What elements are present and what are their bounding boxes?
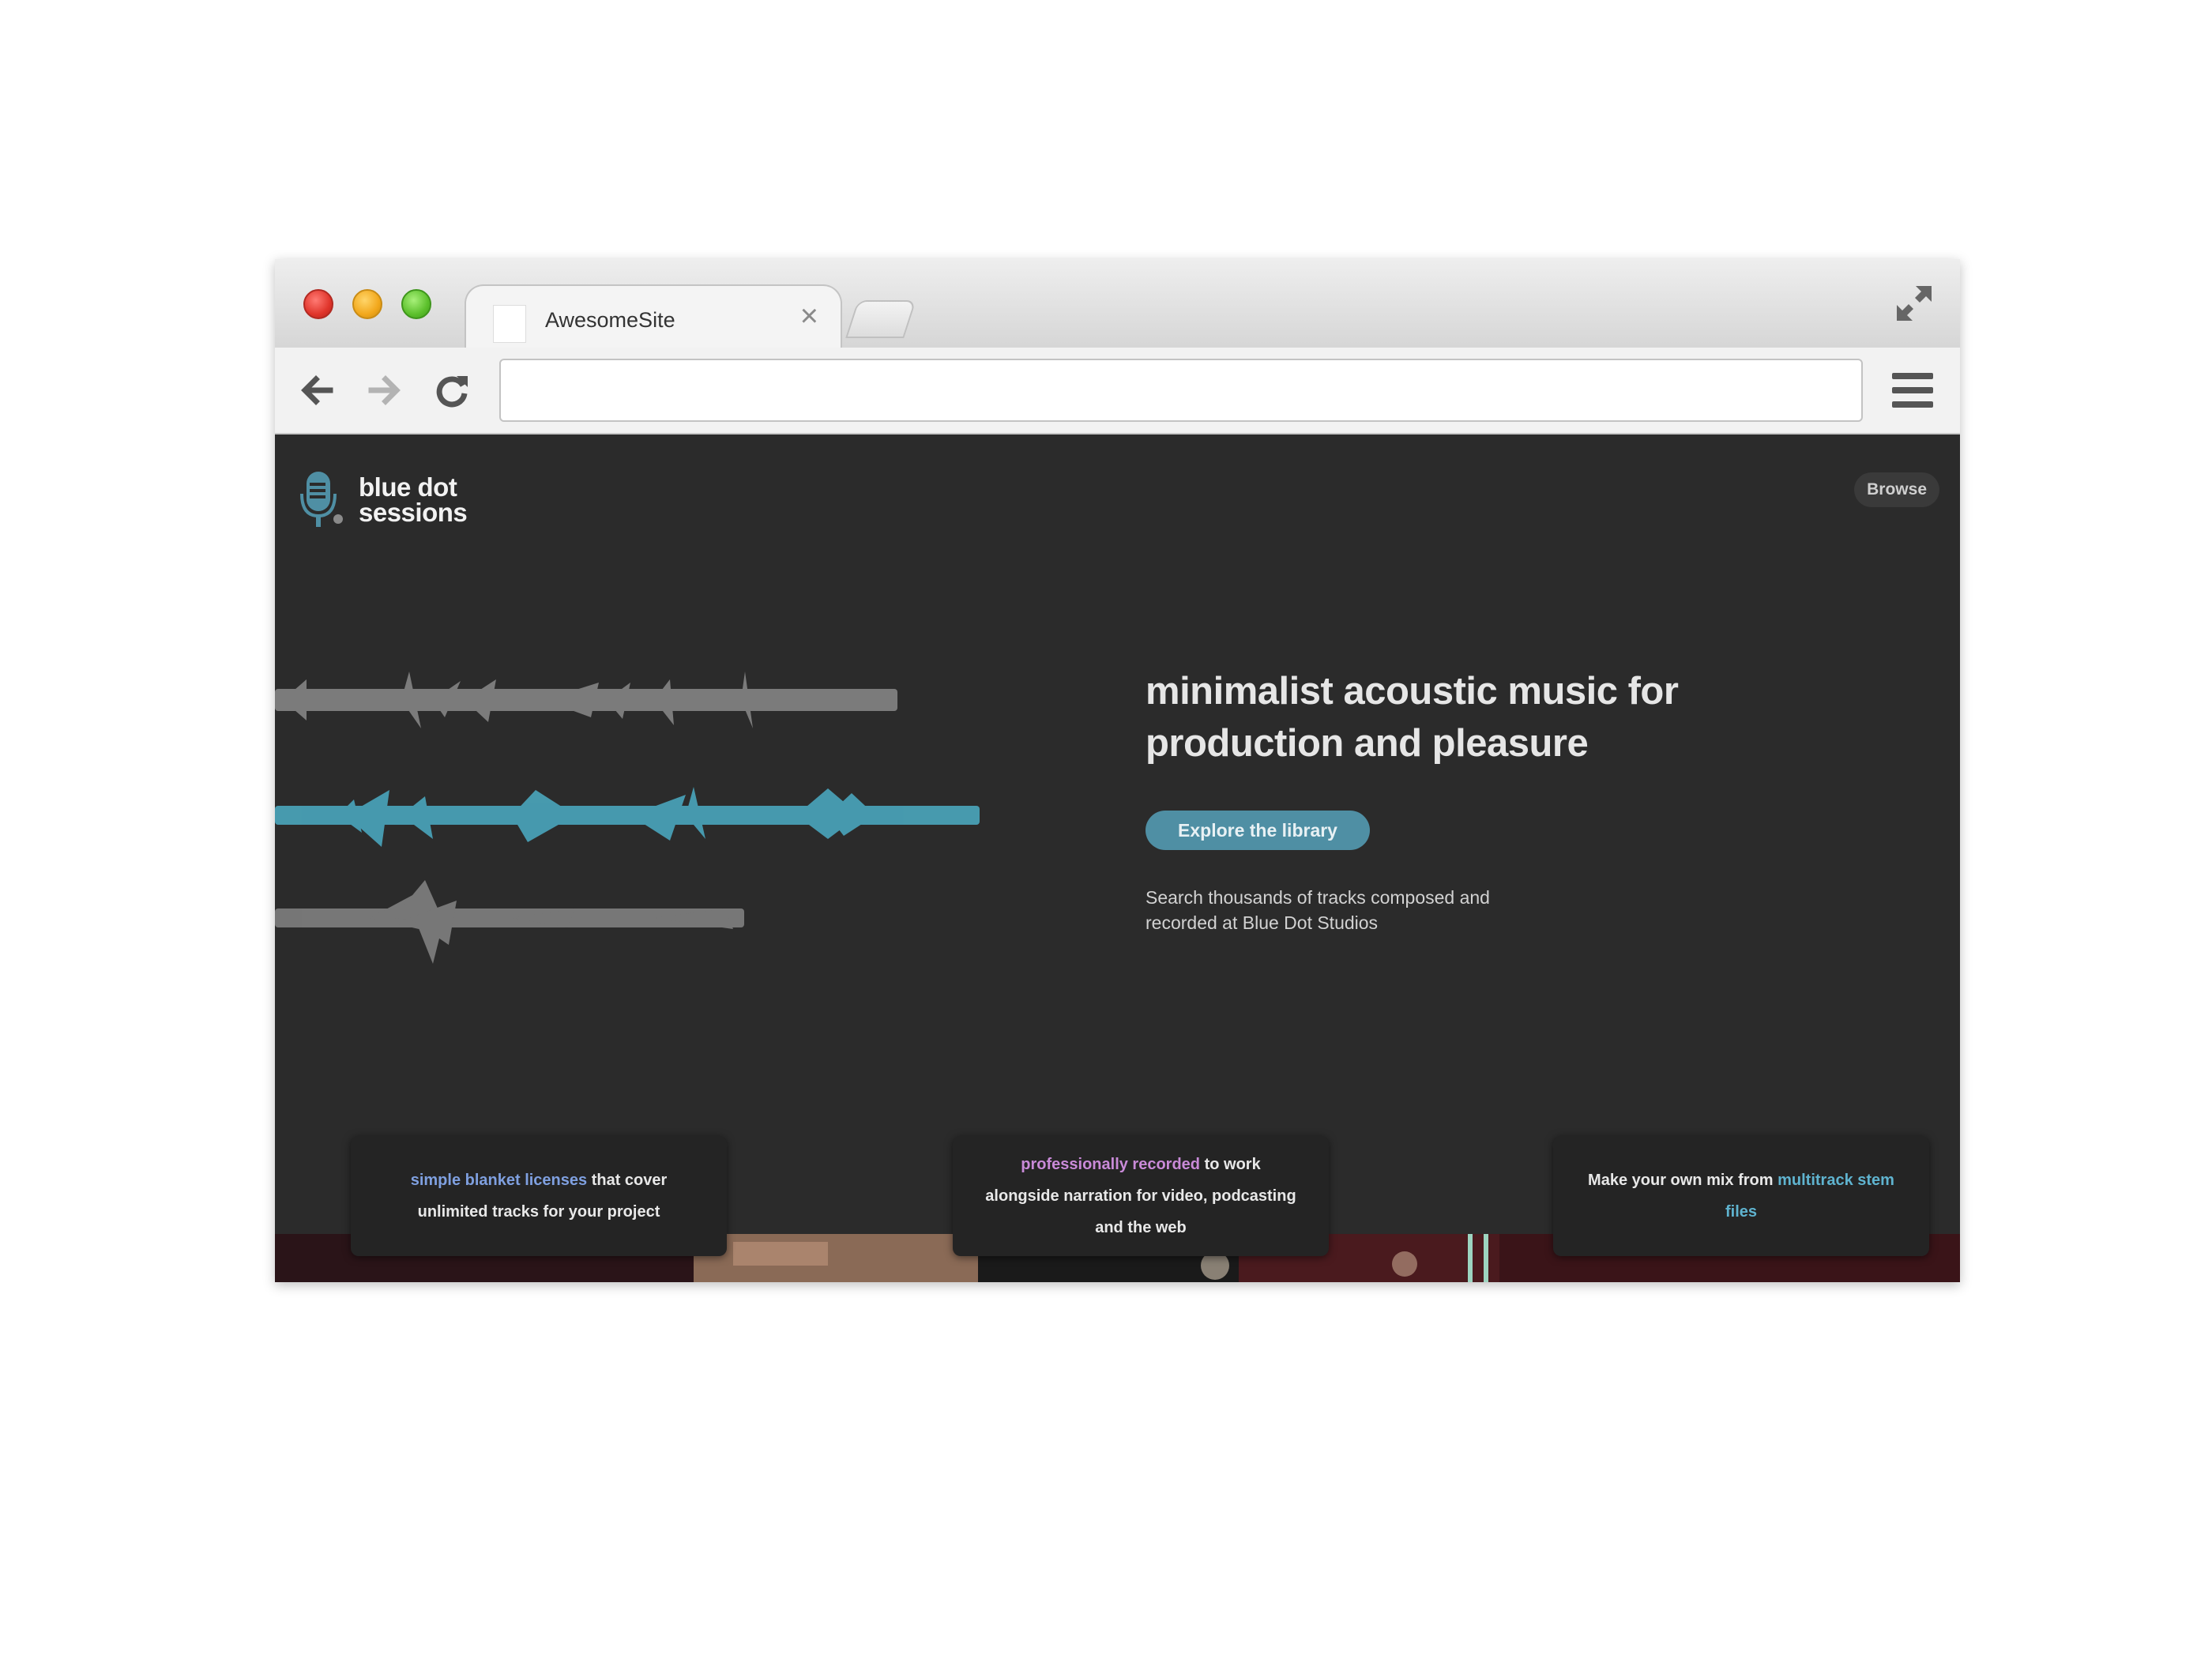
tab-close-icon[interactable]: × — [800, 300, 818, 332]
feature-highlight-licenses[interactable]: simple blanket licenses — [411, 1172, 587, 1189]
feature-text-licenses: simple blanket licenses that cover unlim… — [382, 1164, 695, 1228]
reload-icon[interactable] — [430, 368, 474, 412]
browser-window: AwesomeSite × blue dot sessions Browse m… — [275, 259, 1960, 1282]
close-window-button[interactable] — [303, 289, 333, 319]
web-page: blue dot sessions Browse minimalist acou… — [275, 434, 1960, 1282]
logo-line-1: blue dot — [359, 472, 457, 502]
browse-button[interactable]: Browse — [1854, 472, 1939, 507]
logo-wordmark: blue dot sessions — [359, 472, 468, 527]
tab-title: AwesomeSite — [545, 308, 675, 332]
address-bar[interactable] — [499, 359, 1863, 422]
explore-library-button[interactable]: Explore the library — [1146, 811, 1370, 850]
feature-card-stems: Make your own mix from multitrack stem f… — [1553, 1136, 1929, 1256]
waveform-blue-middle — [275, 787, 980, 847]
waveform-illustration — [275, 672, 980, 964]
page-favicon-icon — [493, 305, 526, 343]
waveform-gray-bottom — [275, 880, 744, 964]
title-bar: AwesomeSite × — [275, 259, 1960, 349]
hero-subtext: Search thousands of tracks composed and … — [1146, 887, 1490, 933]
maximize-window-button[interactable] — [401, 289, 431, 319]
logo-line-2: sessions — [359, 498, 468, 527]
fullscreen-icon[interactable] — [1892, 281, 1936, 325]
new-tab-button[interactable] — [845, 300, 916, 338]
browser-toolbar — [275, 348, 1960, 434]
feature-highlight-recorded[interactable]: professionally recorded — [1021, 1156, 1200, 1173]
tab-awesomesite[interactable]: AwesomeSite × — [465, 284, 842, 349]
microphone-logo-icon — [300, 472, 343, 527]
minimize-window-button[interactable] — [352, 289, 382, 319]
forward-arrow-icon[interactable] — [362, 368, 406, 412]
back-arrow-icon[interactable] — [295, 368, 340, 412]
feature-card-recorded: professionally recorded to work alongsid… — [953, 1136, 1329, 1256]
feature-body-stems: Make your own mix from — [1588, 1172, 1778, 1189]
site-logo[interactable]: blue dot sessions — [299, 470, 480, 533]
feature-text-stems: Make your own mix from multitrack stem f… — [1585, 1164, 1898, 1228]
hero-headline: minimalist acoustic music for production… — [1146, 670, 1679, 765]
waveform-gray-top — [275, 672, 897, 728]
menu-icon[interactable] — [1892, 373, 1933, 408]
feature-card-licenses: simple blanket licenses that cover unlim… — [351, 1136, 727, 1256]
feature-text-recorded: professionally recorded to work alongsid… — [984, 1149, 1297, 1243]
